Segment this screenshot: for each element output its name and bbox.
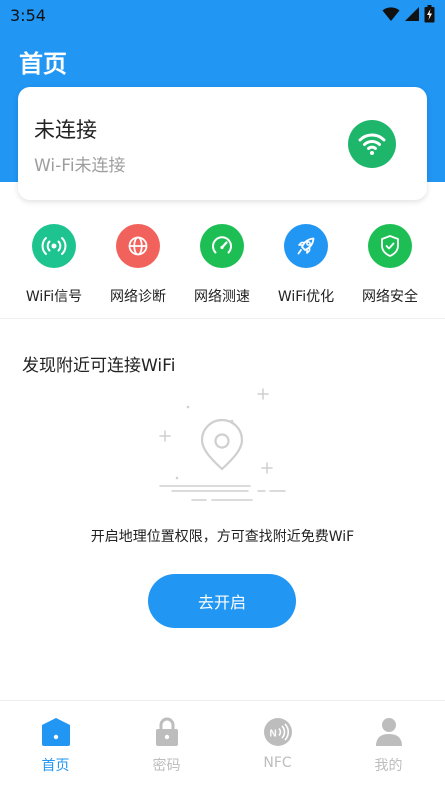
nav-item-mine[interactable]: 我的 [333, 701, 444, 791]
nav-item-nfc[interactable]: N NFC [222, 701, 333, 791]
location-pin-illustration [159, 388, 286, 501]
section-divider [0, 318, 445, 319]
nearby-wifi-title: 发现附近可连接WiFi [22, 356, 176, 376]
enable-location-button[interactable]: 去开启 [148, 574, 296, 628]
nav-item-password[interactable]: 密码 [111, 701, 222, 791]
location-permission-message: 开启地理位置权限，方可查找附近免费WiF [90, 529, 355, 545]
feature-network-security[interactable]: 网络安全 [348, 222, 432, 306]
cell-signal-icon [405, 7, 419, 21]
speedometer-icon [200, 224, 244, 268]
feature-speed-test[interactable]: 网络测速 [180, 222, 264, 306]
connection-status-subtitle: Wi-Fi未连接 [34, 156, 126, 176]
shield-icon [368, 224, 412, 268]
rocket-icon [284, 224, 328, 268]
wifi-signal-icon [32, 224, 76, 268]
svg-text:N: N [270, 729, 277, 740]
bottom-nav: 首页 密码 N NFC 我的 [0, 700, 445, 791]
status-icons [382, 5, 435, 23]
connection-status-title: 未连接 [34, 118, 97, 142]
wifi-status-icon [382, 7, 400, 21]
page-title: 首页 [19, 50, 67, 78]
nfc-icon: N [264, 718, 292, 746]
feature-grid: WiFi信号 网络诊断 网络测速 WiFi优化 网络安全 [0, 222, 445, 312]
feature-wifi-optimize[interactable]: WiFi优化 [264, 222, 348, 306]
status-bar: 3:54 [0, 0, 445, 32]
feature-label: WiFi优化 [277, 289, 335, 305]
wifi-icon[interactable] [348, 120, 396, 168]
nav-item-home[interactable]: 首页 [0, 701, 111, 791]
nav-label: 首页 [41, 758, 70, 774]
person-icon [376, 718, 402, 746]
globe-icon [116, 224, 160, 268]
battery-icon [424, 5, 435, 23]
nav-label: NFC [263, 755, 292, 771]
feature-label: 网络安全 [362, 289, 418, 305]
feature-label: 网络诊断 [110, 289, 166, 305]
feature-label: 网络测速 [194, 289, 250, 305]
connection-card[interactable]: 未连接 Wi-Fi未连接 [18, 87, 427, 200]
feature-label: WiFi信号 [25, 289, 83, 305]
nav-label: 我的 [374, 758, 403, 774]
status-time: 3:54 [10, 6, 46, 25]
nav-label: 密码 [152, 758, 181, 774]
home-icon [42, 718, 70, 746]
lock-icon [156, 717, 178, 746]
feature-network-diagnosis[interactable]: 网络诊断 [96, 222, 180, 306]
feature-wifi-signal[interactable]: WiFi信号 [12, 222, 96, 306]
